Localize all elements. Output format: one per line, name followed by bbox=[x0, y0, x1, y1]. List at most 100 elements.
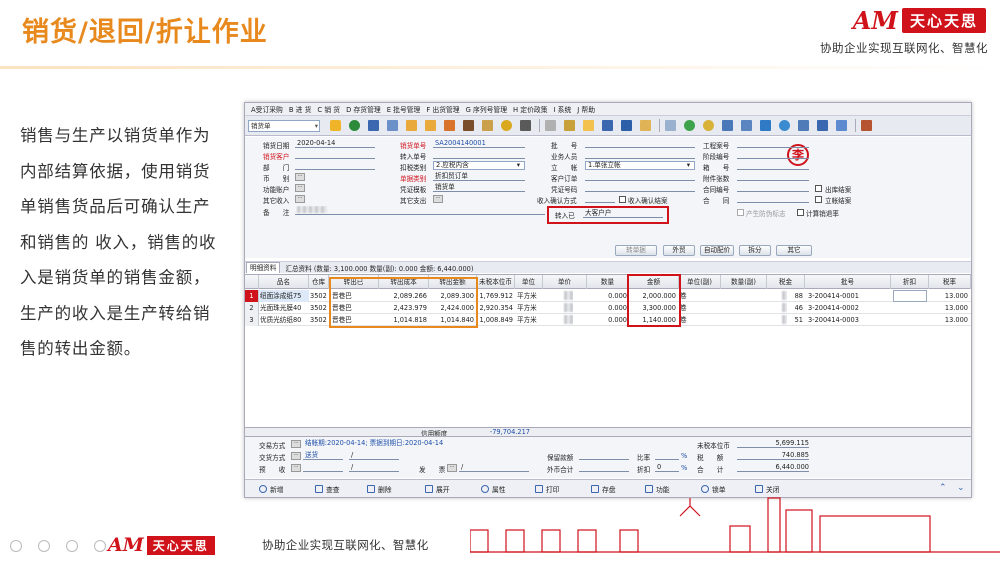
stage-field[interactable] bbox=[737, 150, 809, 159]
cell-price[interactable] bbox=[563, 302, 573, 314]
document-icon[interactable] bbox=[545, 120, 556, 131]
func-account-lookup-button[interactable]: ··· bbox=[295, 184, 305, 192]
sale-date-field[interactable]: 2020-04-14 bbox=[295, 139, 375, 148]
cell-unit2[interactable]: 卷 bbox=[679, 290, 699, 302]
batch-field[interactable] bbox=[585, 139, 695, 148]
transfer-in-field[interactable]: 大客户户 bbox=[583, 209, 663, 218]
cell-name[interactable]: 优质光纺纸80 bbox=[259, 314, 309, 326]
house-icon[interactable] bbox=[463, 120, 474, 131]
auto-price-button[interactable]: 自动配价 bbox=[700, 245, 734, 256]
voucher-tpl-field[interactable]: 销货单 bbox=[433, 183, 525, 192]
menu-item[interactable]: C 销 货 bbox=[317, 104, 340, 114]
doc-no-field[interactable]: SA2004140001 bbox=[433, 139, 525, 148]
cell-unit2[interactable]: 卷 bbox=[679, 314, 699, 326]
cell-unit2[interactable]: 卷 bbox=[679, 302, 699, 314]
cell-rate[interactable]: 13.000 bbox=[929, 302, 969, 314]
trade-value[interactable]: 结帐期:2020-04-14; 票据到期日:2020-04-14 bbox=[303, 439, 483, 448]
trade-lookup-button[interactable]: ··· bbox=[291, 440, 301, 448]
transfer-doc-button[interactable]: 转单据 bbox=[615, 245, 657, 256]
tax-type-select[interactable]: 2.应税内含 ▾ bbox=[433, 161, 525, 170]
col-header[interactable]: 数量(副) bbox=[721, 275, 767, 289]
note-field[interactable] bbox=[295, 206, 545, 215]
cell-wh[interactable]: 3502 bbox=[309, 314, 329, 326]
col-header[interactable]: 品名 bbox=[259, 275, 309, 289]
chevron-down-icon[interactable]: ⌄ bbox=[957, 483, 965, 493]
tree-icon[interactable] bbox=[741, 120, 752, 131]
box-icon[interactable] bbox=[482, 120, 493, 131]
help-icon[interactable] bbox=[564, 120, 575, 131]
cell-wh[interactable]: 3502 bbox=[309, 290, 329, 302]
income-method-field[interactable] bbox=[585, 194, 615, 203]
cell-tax[interactable]: 46 bbox=[787, 302, 804, 314]
outsource-button[interactable]: 外贸 bbox=[663, 245, 695, 256]
col-header[interactable]: 单位(副) bbox=[679, 275, 721, 289]
bell-icon[interactable] bbox=[703, 120, 714, 131]
project-field[interactable] bbox=[737, 139, 809, 148]
back-icon[interactable] bbox=[10, 540, 22, 552]
currency-lookup-button[interactable]: ··· bbox=[295, 173, 305, 181]
screen-icon[interactable] bbox=[760, 120, 771, 131]
phone-icon[interactable] bbox=[349, 120, 360, 131]
ratio-field[interactable] bbox=[655, 451, 679, 460]
property-button[interactable]: 属性 bbox=[481, 484, 506, 494]
cell-qty[interactable]: 0.000 bbox=[587, 314, 628, 326]
exit-icon[interactable] bbox=[861, 120, 872, 131]
tab-detail[interactable]: 明细资料 bbox=[246, 262, 281, 273]
image-icon[interactable] bbox=[836, 120, 847, 131]
attach-field[interactable] bbox=[737, 172, 809, 181]
other-exp-lookup-button[interactable]: ··· bbox=[433, 195, 443, 203]
doc-type-select[interactable]: 销货单 ▾ bbox=[248, 119, 320, 132]
cart-icon[interactable] bbox=[520, 120, 531, 131]
contract2-field[interactable] bbox=[737, 194, 809, 203]
cell-wh[interactable]: 3502 bbox=[309, 302, 329, 314]
cell-price[interactable] bbox=[563, 314, 573, 326]
cell-price[interactable] bbox=[563, 290, 573, 302]
cell-rate[interactable]: 13.000 bbox=[929, 314, 969, 326]
cell-name[interactable]: 光面珠光膜40 bbox=[259, 302, 309, 314]
printer-icon[interactable] bbox=[368, 120, 379, 131]
lock-button[interactable]: 锁单 bbox=[701, 484, 726, 494]
cell-qty[interactable]: 0.000 bbox=[587, 302, 628, 314]
cell-untax[interactable]: 1,008.849 bbox=[477, 314, 514, 326]
save-button[interactable]: 存盘 bbox=[591, 484, 616, 494]
closed-checkbox[interactable] bbox=[815, 196, 822, 203]
copy-icon[interactable] bbox=[798, 120, 809, 131]
cell-batch[interactable]: 3-200414-0003 bbox=[807, 314, 891, 326]
edit-icon[interactable] bbox=[66, 540, 78, 552]
new-button[interactable]: 新增 bbox=[259, 484, 284, 494]
prepay-extra-field[interactable]: / bbox=[349, 463, 399, 472]
contract-field[interactable] bbox=[737, 183, 809, 192]
cell-batch[interactable]: 3-200414-0001 bbox=[807, 290, 891, 302]
cell-batch[interactable]: 3-200414-0002 bbox=[807, 302, 891, 314]
delete-button[interactable]: 删除 bbox=[367, 484, 392, 494]
print-button[interactable]: 打印 bbox=[535, 484, 560, 494]
col-header[interactable]: 数量 bbox=[587, 275, 629, 289]
ship-lookup-button[interactable]: ··· bbox=[291, 452, 301, 460]
chevron-up-icon[interactable]: ⌃ bbox=[939, 483, 947, 493]
menu-item[interactable]: F 出货管理 bbox=[426, 104, 459, 114]
info-icon[interactable] bbox=[602, 120, 613, 131]
cell-unit[interactable]: 平方米 bbox=[516, 302, 543, 314]
voucher-no-field[interactable] bbox=[585, 183, 695, 192]
col-header[interactable]: 税金 bbox=[767, 275, 805, 289]
box-field[interactable] bbox=[737, 161, 809, 170]
prepay-lookup-button[interactable]: ··· bbox=[291, 464, 301, 472]
lock-open-icon[interactable] bbox=[425, 120, 436, 131]
invoice-field[interactable]: / bbox=[459, 463, 529, 472]
refresh-icon[interactable] bbox=[779, 120, 790, 131]
invoice-lookup-button[interactable]: ··· bbox=[447, 464, 457, 472]
function-button[interactable]: 功能 bbox=[645, 484, 670, 494]
salesman-field[interactable] bbox=[585, 150, 695, 159]
clipboard-icon[interactable] bbox=[665, 120, 676, 131]
out-closed-checkbox[interactable] bbox=[815, 185, 822, 192]
more-icon[interactable] bbox=[94, 540, 106, 552]
cell-untax[interactable]: 2,920.354 bbox=[477, 302, 514, 314]
col-header[interactable]: 单价 bbox=[543, 275, 587, 289]
lock-icon[interactable] bbox=[406, 120, 417, 131]
hand-icon[interactable] bbox=[330, 120, 341, 131]
calc-return-checkbox[interactable] bbox=[797, 209, 804, 216]
cell-unit[interactable]: 平方米 bbox=[516, 290, 543, 302]
menu-item[interactable]: I 系统 bbox=[554, 104, 572, 114]
close-icon[interactable] bbox=[817, 120, 828, 131]
income-confirm-checkbox[interactable] bbox=[619, 196, 626, 203]
